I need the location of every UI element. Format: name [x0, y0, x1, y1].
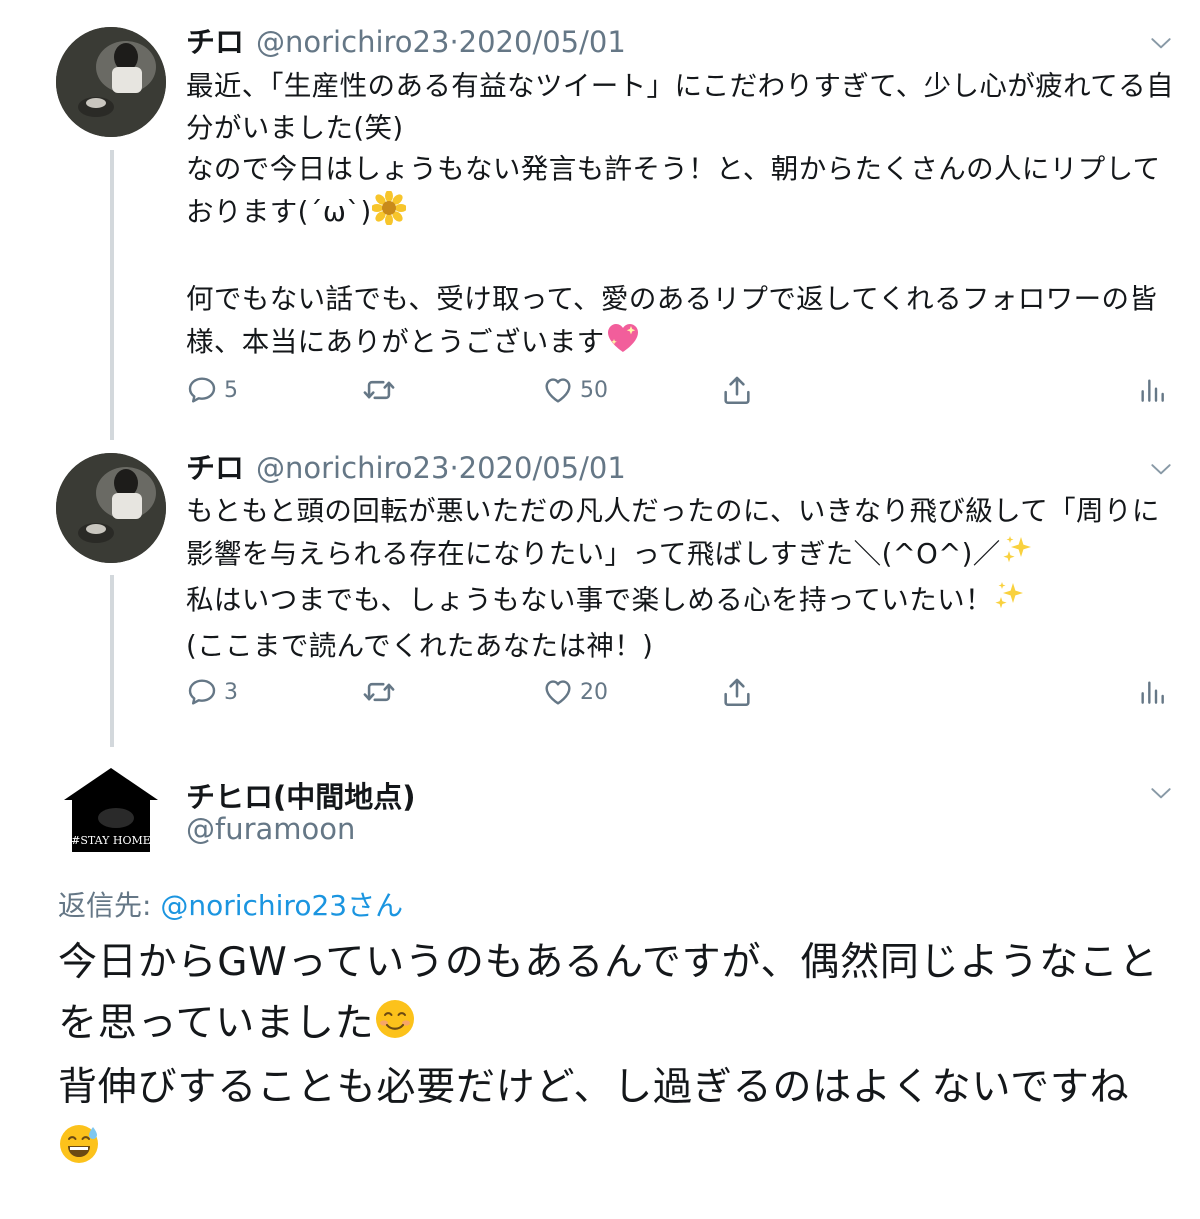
- tweet-date[interactable]: 2020/05/01: [459, 25, 626, 59]
- reply-icon: [186, 676, 218, 708]
- tweet-text-part: 今日からGWっていうのもあるんですが、偶然同じようなことを思っていました: [58, 940, 1159, 1046]
- analytics-icon: [1136, 374, 1168, 406]
- user-handle[interactable]: @norichiro23: [256, 451, 449, 485]
- sparkles-icon: [1001, 533, 1035, 580]
- tweet-text: 最近、「生産性のある有益なツイート」にこだわりすぎて、少し心が疲れてる自分がいま…: [186, 66, 1176, 367]
- display-name[interactable]: チロ: [186, 451, 244, 485]
- tweet-header: チロ @norichiro23·2020/05/01: [186, 24, 626, 60]
- like-count: 20: [580, 679, 608, 705]
- thread-line: [110, 150, 114, 440]
- sunflower-icon: [370, 189, 407, 238]
- reply-mention-link[interactable]: @norichiro23さん: [160, 889, 403, 922]
- replying-to: 返信先: @norichiro23さん: [58, 884, 403, 924]
- user-handle[interactable]: @furamoon: [186, 812, 355, 846]
- retweet-icon: [362, 373, 396, 407]
- chevron-down-icon[interactable]: [1148, 780, 1174, 806]
- heart-icon: [542, 374, 574, 406]
- heart-icon: [542, 676, 574, 708]
- tweet-text-part: (ここまで読んでくれたあなたは神！): [186, 629, 654, 662]
- replying-to-label: 返信先:: [58, 889, 161, 922]
- smiling-face-icon: [374, 998, 416, 1059]
- retweet-button[interactable]: [362, 370, 402, 410]
- tweet-text-part: 最近、「生産性のある有益なツイート」にこだわりすぎて、少し心が疲れてる自分がいま…: [186, 70, 1174, 228]
- sparkling-heart-icon: [605, 321, 641, 368]
- reply-icon: [186, 374, 218, 406]
- avatar[interactable]: [56, 27, 166, 137]
- like-count: 50: [580, 377, 608, 403]
- tweet-text-part: 背伸びすることも必要だけど、し過ぎるのはよくないですね: [58, 1065, 1130, 1110]
- share-icon: [720, 373, 754, 407]
- chevron-down-icon[interactable]: [1148, 30, 1174, 56]
- analytics-button[interactable]: [1136, 672, 1168, 712]
- reply-button[interactable]: 5: [186, 370, 238, 410]
- stay-home-house-icon: #STAY HOME: [56, 758, 166, 868]
- separator-dot: ·: [449, 451, 459, 485]
- retweet-button[interactable]: [362, 672, 402, 712]
- tweet-text-part: 何でもない話でも、受け取って、愛のあるリプで返してくれるフォロワーの皆様、本当に…: [186, 282, 1158, 358]
- reply-count: 3: [224, 679, 238, 705]
- sparkles-icon: [993, 579, 1027, 626]
- thread-line: [110, 575, 114, 747]
- reply-count: 5: [224, 377, 238, 403]
- avatar[interactable]: [56, 453, 166, 563]
- like-button[interactable]: 20: [542, 672, 608, 712]
- retweet-icon: [362, 675, 396, 709]
- tweet-actions: 5 50: [186, 370, 1176, 410]
- like-button[interactable]: 50: [542, 370, 608, 410]
- reply-button[interactable]: 3: [186, 672, 238, 712]
- tweet-text: もともと頭の回転が悪いただの凡人だったのに、いきなり飛び級して「周りに影響を与え…: [186, 491, 1176, 667]
- analytics-button[interactable]: [1136, 370, 1168, 410]
- separator-dot: ·: [449, 25, 459, 59]
- avatar-photo: [56, 453, 166, 563]
- grinning-sweat-face-icon: [58, 1123, 100, 1184]
- share-icon: [720, 675, 754, 709]
- analytics-icon: [1136, 676, 1168, 708]
- tweet-header: チロ @norichiro23·2020/05/01: [186, 450, 626, 486]
- share-button[interactable]: [720, 672, 754, 712]
- chevron-down-icon[interactable]: [1148, 456, 1174, 482]
- display-name[interactable]: チロ: [186, 25, 244, 59]
- tweet-text-part: 私はいつまでも、しょうもない事で楽しめる心を持っていたい！: [186, 584, 993, 617]
- display-name[interactable]: チヒロ(中間地点): [186, 774, 416, 816]
- share-button[interactable]: [720, 370, 754, 410]
- tweet-actions: 3 20: [186, 672, 1176, 712]
- avatar-photo: [56, 27, 166, 137]
- user-handle[interactable]: @norichiro23: [256, 25, 449, 59]
- avatar[interactable]: #STAY HOME: [56, 758, 166, 868]
- main-tweet-text: 今日からGWっていうのもあるんですが、偶然同じようなことを思っていました 背伸び…: [58, 933, 1168, 1183]
- avatar-caption: #STAY HOME: [71, 834, 151, 847]
- tweet-date[interactable]: 2020/05/01: [459, 451, 626, 485]
